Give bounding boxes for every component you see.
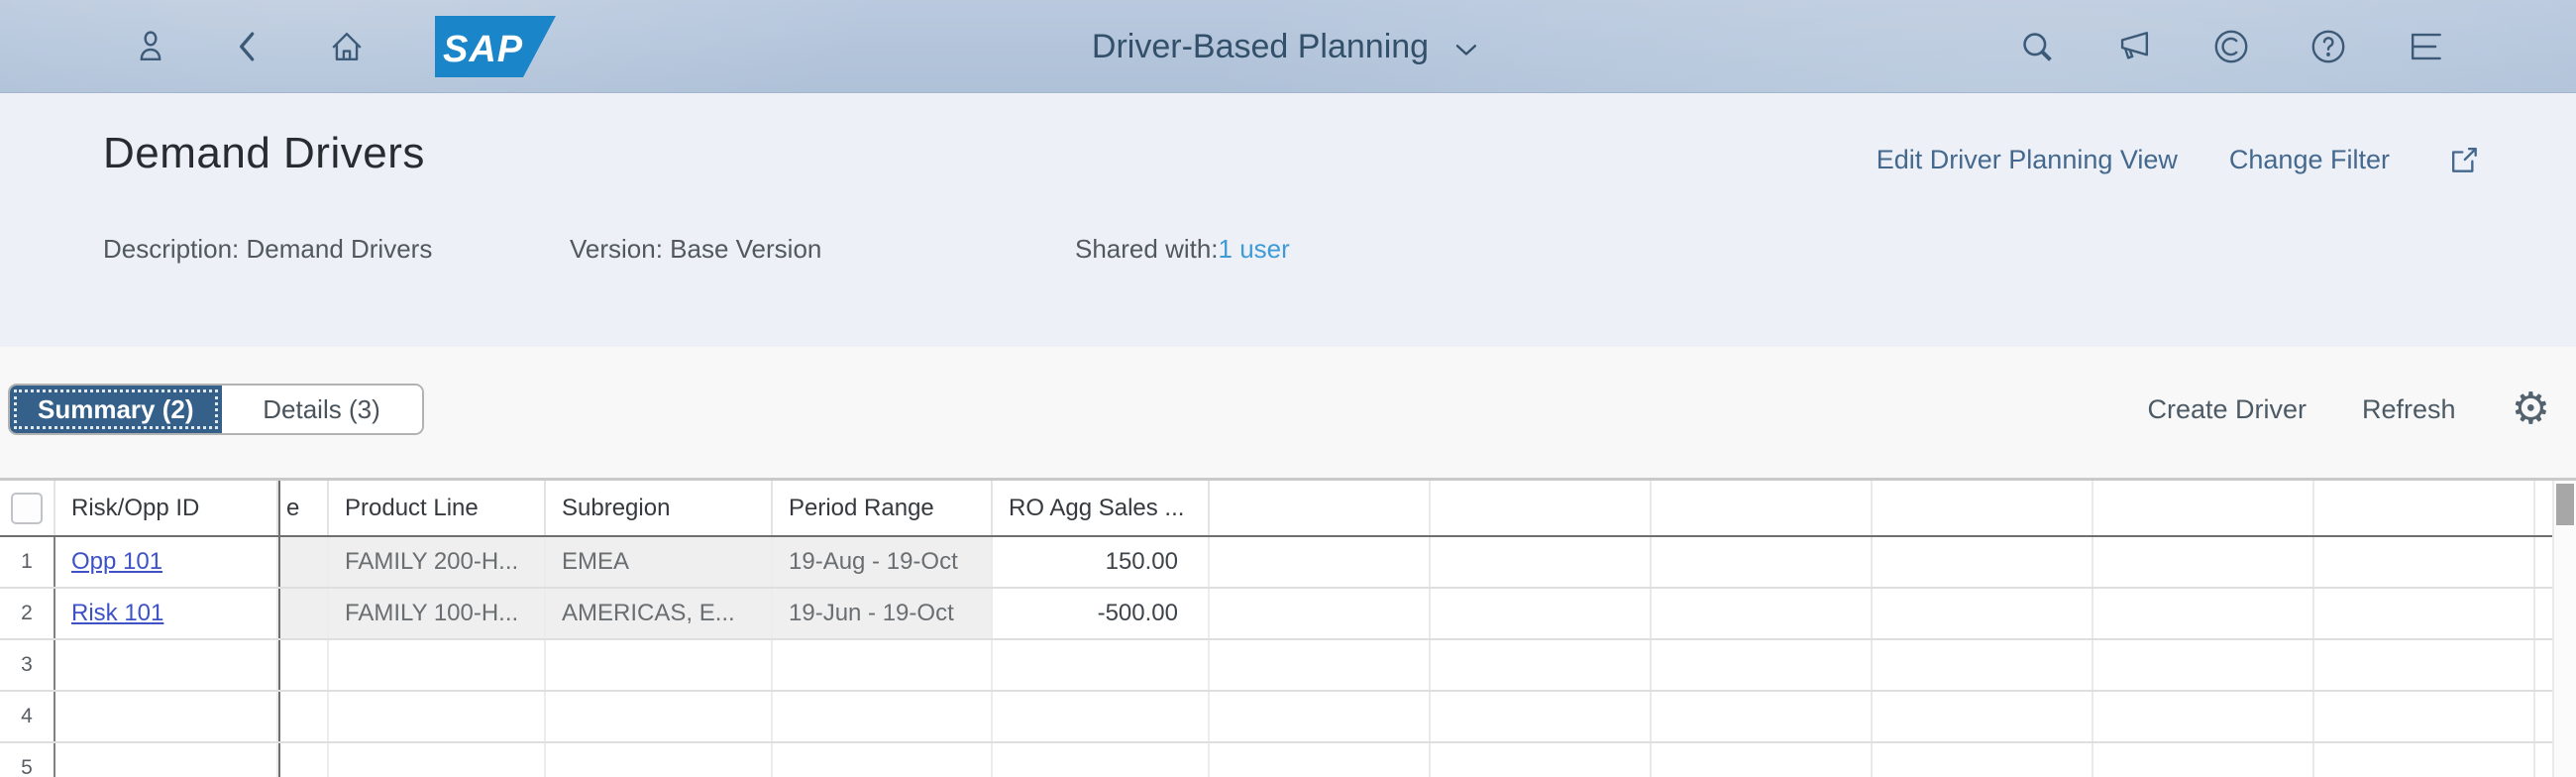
table-row: 4 [0, 692, 2552, 743]
shared-users-link[interactable]: 1 user [1219, 234, 1290, 264]
row-number: 2 [0, 589, 55, 638]
chevron-down-icon [1455, 45, 1477, 56]
row-number: 1 [0, 537, 55, 587]
subregion-cell: EMEA [546, 537, 773, 587]
search-icon[interactable] [2015, 25, 2059, 68]
column-header-product-line[interactable]: Product Line [329, 481, 546, 535]
share-icon[interactable] [2441, 137, 2487, 182]
opp-101-link[interactable]: Opp 101 [71, 548, 162, 576]
column-header-period-range[interactable]: Period Range [773, 481, 993, 535]
empty-cells [1210, 537, 2552, 587]
table-row: 2 Risk 101 FAMILY 100-H... AMERICAS, E..… [0, 589, 2552, 640]
table-toolbar: Summary (2) Details (3) Create Driver Re… [0, 347, 2576, 478]
change-filter-button[interactable]: Change Filter [2229, 145, 2390, 175]
table-row: 1 Opp 101 FAMILY 200-H... EMEA 19-Aug - … [0, 537, 2552, 589]
view-segmented-control: Summary (2) Details (3) [8, 384, 424, 435]
column-header-subregion[interactable]: Subregion [546, 481, 773, 535]
truncated-cell [278, 743, 329, 777]
row-number: 4 [0, 692, 55, 741]
vertical-scrollbar[interactable] [2552, 481, 2576, 777]
subregion-cell: AMERICAS, E... [546, 589, 773, 638]
risk-101-link[interactable]: Risk 101 [71, 600, 163, 627]
shared-with-group: Shared with:1 user [1075, 234, 1290, 265]
ro-agg-sales-cell[interactable] [993, 743, 1210, 777]
table-header-row: Risk/Opp ID e Product Line Subregion Per… [0, 481, 2552, 537]
table-row: 5 [0, 743, 2552, 777]
empty-cells [1210, 743, 2552, 777]
ro-agg-sales-cell[interactable] [993, 640, 1210, 690]
copilot-icon[interactable] [2209, 25, 2253, 68]
page-title: Demand Drivers [103, 129, 425, 177]
product-line-cell: FAMILY 200-H... [329, 537, 546, 587]
product-line-cell [329, 743, 546, 777]
truncated-cell [278, 589, 329, 638]
create-driver-button[interactable]: Create Driver [2147, 394, 2307, 425]
tab-details[interactable]: Details (3) [221, 386, 422, 433]
driver-based-planning-screen: SAP Driver-Based Planning Demand Drivers… [0, 0, 2576, 777]
back-icon[interactable] [227, 25, 270, 68]
risk-opp-id-cell: Opp 101 [55, 537, 278, 587]
select-all-cell [0, 481, 55, 535]
table-row: 3 [0, 640, 2552, 692]
announcement-icon[interactable] [2112, 25, 2156, 68]
description-text: Description: Demand Drivers [103, 234, 433, 264]
sap-logo[interactable]: SAP [435, 16, 556, 77]
truncated-cell [278, 692, 329, 741]
row-number: 3 [0, 640, 55, 690]
product-line-cell [329, 640, 546, 690]
scrollbar-thumb[interactable] [2556, 484, 2574, 525]
column-header-ro-agg-sales[interactable]: RO Agg Sales ... [993, 481, 1210, 535]
shell-left-group: SAP [129, 0, 556, 93]
row-number: 5 [0, 743, 55, 777]
risk-opp-id-cell [55, 640, 278, 690]
tab-summary[interactable]: Summary (2) [10, 386, 222, 433]
risk-opp-id-cell [55, 743, 278, 777]
product-line-cell: FAMILY 100-H... [329, 589, 546, 638]
svg-text:SAP: SAP [443, 29, 523, 70]
subregion-cell [546, 692, 773, 741]
period-range-cell [773, 692, 993, 741]
empty-header-columns [1210, 481, 2552, 535]
home-icon[interactable] [325, 25, 369, 68]
header-meta-row: Description: Demand Drivers Version: Bas… [0, 234, 2576, 274]
truncated-cell [278, 537, 329, 587]
user-icon[interactable] [129, 25, 172, 68]
shell-bar: SAP Driver-Based Planning [0, 0, 2576, 93]
period-range-cell [773, 743, 993, 777]
settings-gear-icon[interactable]: ⚙ [2512, 388, 2550, 431]
page-header: Demand Drivers Edit Driver Planning View… [0, 93, 2576, 347]
product-line-cell [329, 692, 546, 741]
period-range-cell: 19-Aug - 19-Oct [773, 537, 993, 587]
period-range-cell: 19-Jun - 19-Oct [773, 589, 993, 638]
subregion-cell [546, 640, 773, 690]
risk-opp-id-cell: Risk 101 [55, 589, 278, 638]
version-text: Version: Base Version [570, 234, 822, 264]
select-all-checkbox[interactable] [11, 492, 43, 524]
ro-agg-sales-cell[interactable]: 150.00 [993, 537, 1210, 587]
risk-opp-id-cell [55, 692, 278, 741]
shared-with-label: Shared with: [1075, 234, 1219, 264]
app-title-dropdown[interactable]: Driver-Based Planning [1092, 0, 1484, 93]
empty-cells [1210, 692, 2552, 741]
empty-cells [1210, 589, 2552, 638]
ro-agg-sales-cell[interactable] [993, 692, 1210, 741]
subregion-cell [546, 743, 773, 777]
edit-driver-planning-view-button[interactable]: Edit Driver Planning View [1877, 145, 2178, 175]
feed-icon[interactable] [2404, 25, 2447, 68]
planning-table: Risk/Opp ID e Product Line Subregion Per… [0, 481, 2576, 777]
refresh-button[interactable]: Refresh [2362, 394, 2456, 425]
shell-right-group [2015, 0, 2447, 93]
column-header-risk-opp-id[interactable]: Risk/Opp ID [55, 481, 278, 535]
toolbar-actions: Create Driver Refresh ⚙ [2147, 384, 2550, 435]
column-header-truncated[interactable]: e [278, 481, 329, 535]
app-title: Driver-Based Planning [1091, 27, 1430, 65]
ro-agg-sales-cell[interactable]: -500.00 [993, 589, 1210, 638]
truncated-cell [278, 640, 329, 690]
header-actions: Edit Driver Planning View Change Filter [1877, 137, 2487, 182]
period-range-cell [773, 640, 993, 690]
help-icon[interactable] [2307, 25, 2350, 68]
empty-cells [1210, 640, 2552, 690]
